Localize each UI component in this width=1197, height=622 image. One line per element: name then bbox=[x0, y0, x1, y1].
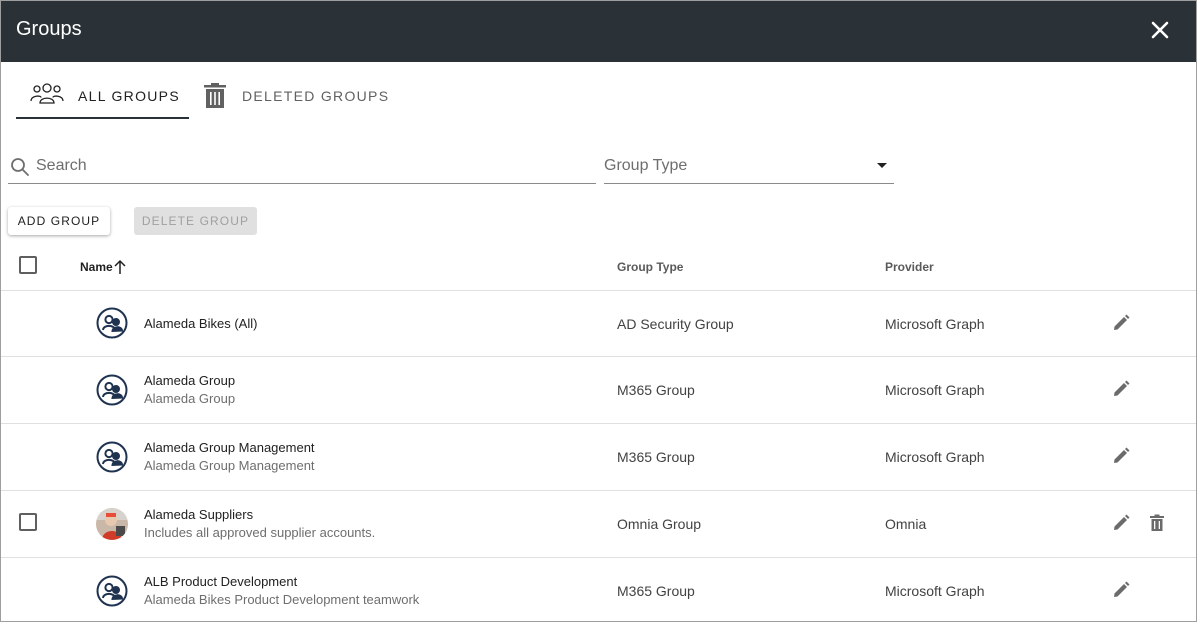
edit-icon[interactable] bbox=[1111, 580, 1131, 600]
edit-icon[interactable] bbox=[1111, 313, 1131, 333]
group-avatar-icon bbox=[96, 307, 128, 339]
group-type-cell: M365 Group bbox=[617, 382, 695, 398]
delete-group-button: DELETE GROUP bbox=[134, 207, 257, 235]
sort-ascending-icon[interactable] bbox=[113, 259, 127, 280]
group-type-cell: Omnia Group bbox=[617, 516, 702, 532]
group-name: Alameda Bikes (All) bbox=[144, 316, 258, 331]
search-icon bbox=[10, 157, 30, 182]
group-name: Alameda Suppliers bbox=[144, 507, 254, 522]
table-row[interactable]: Alameda Group Management Alameda Group M… bbox=[1, 423, 1196, 490]
delete-icon[interactable] bbox=[1147, 513, 1167, 533]
add-group-button[interactable]: ADD GROUP bbox=[8, 207, 110, 235]
provider-cell: Microsoft Graph bbox=[885, 449, 985, 465]
edit-icon[interactable] bbox=[1111, 446, 1131, 466]
dialog-title: Groups bbox=[16, 18, 82, 40]
edit-icon[interactable] bbox=[1111, 379, 1131, 399]
group-type-cell: M365 Group bbox=[617, 583, 695, 599]
provider-cell: Microsoft Graph bbox=[885, 583, 985, 599]
table-row[interactable]: Alameda Group Alameda Group M365 Group M… bbox=[1, 356, 1196, 423]
provider-cell: Microsoft Graph bbox=[885, 316, 985, 332]
provider-cell: Microsoft Graph bbox=[885, 382, 985, 398]
group-description: Alameda Group Management bbox=[144, 458, 315, 473]
search-input[interactable] bbox=[36, 154, 576, 178]
edit-icon[interactable] bbox=[1111, 513, 1131, 533]
group-avatar-icon bbox=[96, 374, 128, 406]
group-type-select-label: Group Type bbox=[604, 157, 688, 174]
dropdown-arrow-icon bbox=[877, 163, 887, 168]
table-row[interactable]: Alameda Suppliers Includes all approved … bbox=[1, 490, 1196, 557]
trash-icon bbox=[204, 83, 226, 114]
group-avatar-icon bbox=[96, 575, 128, 607]
group-type-cell: M365 Group bbox=[617, 449, 695, 465]
tab-deleted-groups[interactable]: DELETED GROUPS bbox=[201, 75, 391, 119]
select-all-checkbox[interactable] bbox=[19, 256, 37, 274]
search-field bbox=[8, 148, 596, 184]
tab-all-groups-label: ALL GROUPS bbox=[78, 88, 180, 104]
group-name: Alameda Group bbox=[144, 373, 236, 388]
group-type-select[interactable]: Group Type bbox=[604, 148, 894, 184]
row-checkbox[interactable] bbox=[19, 513, 37, 531]
dialog-header: Groups bbox=[1, 1, 1196, 62]
column-header-group-type[interactable]: Group Type bbox=[617, 260, 683, 274]
group-name: Alameda Group Management bbox=[144, 440, 315, 455]
group-avatar-icon bbox=[96, 441, 128, 473]
column-header-name[interactable]: Name bbox=[80, 260, 113, 274]
group-type-cell: AD Security Group bbox=[617, 316, 734, 332]
group-description: Alameda Bikes Product Development teamwo… bbox=[144, 592, 420, 607]
groups-dialog: Groups ALL GROUPS DELETED GROUPS Search … bbox=[0, 0, 1197, 622]
group-description: Includes all approved supplier accounts. bbox=[144, 525, 376, 540]
column-header-provider[interactable]: Provider bbox=[885, 260, 934, 274]
table-row[interactable]: Alameda Bikes (All) AD Security Group Mi… bbox=[1, 290, 1196, 356]
people-group-icon bbox=[30, 81, 64, 114]
provider-cell: Omnia bbox=[885, 516, 927, 532]
photo-avatar bbox=[96, 508, 128, 540]
table-row[interactable]: ALB Product Development Alameda Bikes Pr… bbox=[1, 557, 1196, 621]
tab-deleted-groups-label: DELETED GROUPS bbox=[242, 88, 390, 104]
tab-all-groups[interactable]: ALL GROUPS bbox=[16, 75, 189, 119]
group-description: Alameda Group bbox=[144, 391, 236, 406]
close-icon[interactable] bbox=[1147, 17, 1173, 43]
group-name: ALB Product Development bbox=[144, 574, 298, 589]
